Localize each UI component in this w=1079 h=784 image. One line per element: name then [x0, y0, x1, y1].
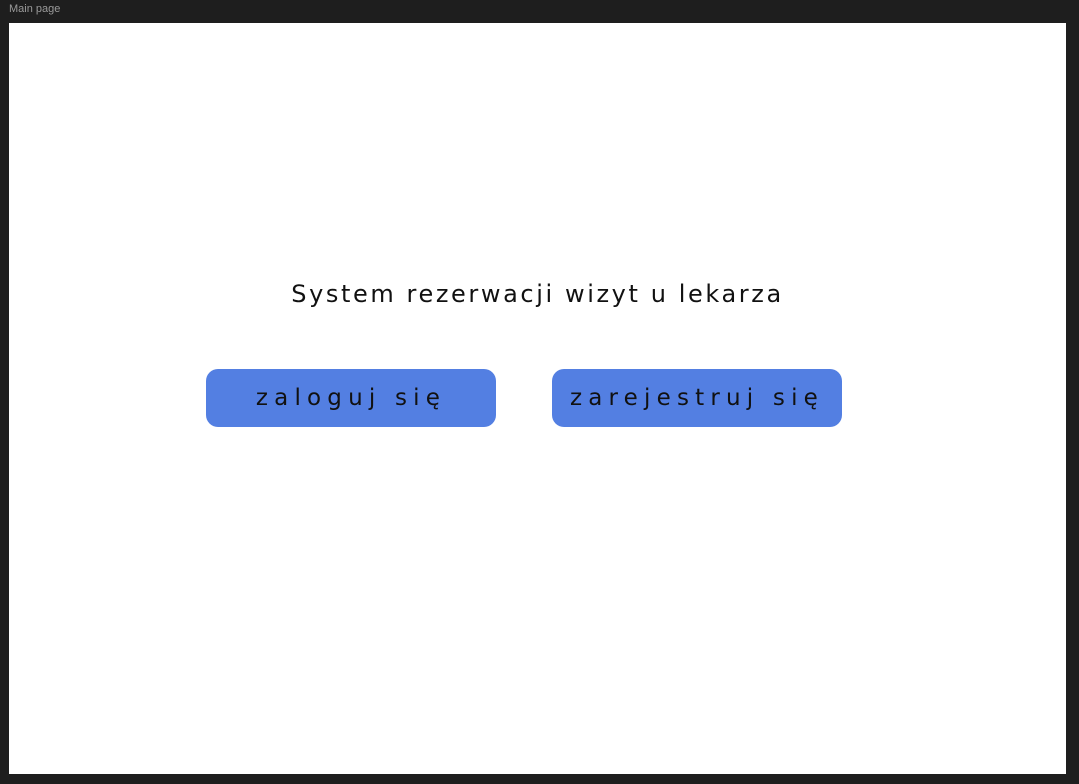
login-button[interactable]: zaloguj się — [206, 369, 496, 427]
register-button[interactable]: zarejestruj się — [552, 369, 842, 427]
page-title: System rezerwacji wizyt u lekarza — [291, 280, 784, 308]
main-page-frame: System rezerwacji wizyt u lekarza zalogu… — [9, 23, 1066, 774]
frame-label: Main page — [9, 3, 61, 15]
register-button-label: zarejestruj się — [569, 385, 825, 411]
login-button-label: zaloguj się — [255, 385, 447, 411]
